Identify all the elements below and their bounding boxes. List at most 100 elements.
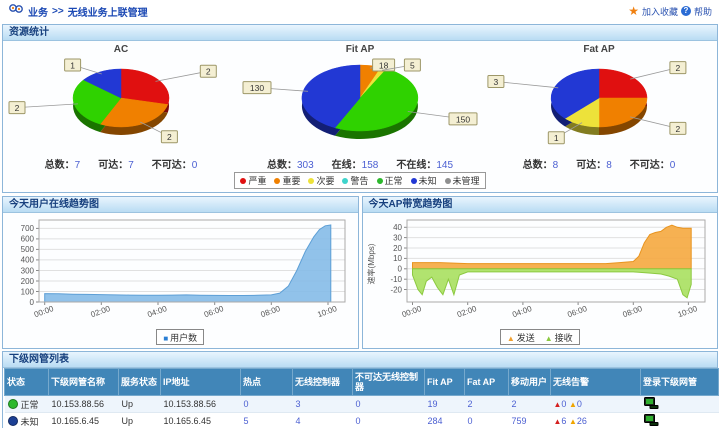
svg-text:10:00: 10:00 — [316, 304, 338, 319]
major-alarm-count[interactable]: 26 — [577, 416, 587, 426]
col-header-8: Fat AP — [465, 369, 509, 396]
legend-item-user_trend-0: ■用户数 — [163, 331, 197, 344]
pie-chart-ac[interactable]: 2 2 2 1 — [7, 56, 235, 153]
help-icon[interactable]: ? — [681, 6, 691, 16]
status-badge: 未知 — [8, 415, 46, 428]
login-icon[interactable] — [644, 418, 659, 428]
unreachable-controller-count-link[interactable]: 0 — [356, 399, 361, 409]
svg-text:-10: -10 — [390, 275, 402, 284]
pie-stat-ac-0: 总数：7 — [45, 160, 81, 171]
status-badge: 正常 — [8, 398, 46, 411]
severity-dot — [342, 178, 348, 184]
svg-text:2: 2 — [15, 103, 20, 113]
legend-box-user_trend: ■用户数 — [156, 329, 204, 345]
col-header-11: 登录下级网管 — [641, 369, 719, 396]
add-favorite-link[interactable]: 加入收藏 — [642, 5, 678, 18]
topbar: 业务 >> 无线业务上联管理 ★ 加入收藏 ? 帮助 — [0, 0, 720, 22]
svg-text:04:00: 04:00 — [511, 304, 533, 319]
svg-text:速率(Mbps): 速率(Mbps) — [366, 243, 376, 284]
pie-stats-ac: 总数：7可达：7不可达：0 — [7, 156, 235, 171]
svg-text:00:00: 00:00 — [400, 304, 422, 319]
svg-text:06:00: 06:00 — [566, 304, 588, 319]
pie-block-fatap: Fat AP 2 2 1 3 总数：8可达：8不可达：0 — [485, 43, 713, 171]
severity-dot — [240, 178, 246, 184]
nms-table-header: 下级网管列表 — [3, 352, 717, 368]
user-trend-chart: 0 100 200 300 400 500 600 700 00:00 02:0… — [3, 213, 358, 329]
mobile-user-count-link[interactable]: 759 — [512, 416, 527, 426]
col-header-3: IP地址 — [161, 369, 241, 396]
nms-table-panel: 下级网管列表 状态下级网管名称服务状态IP地址热点无线控制器不可达无线控制器Fi… — [2, 351, 718, 428]
hotspot-count-link[interactable]: 5 — [244, 416, 249, 426]
fat-ap-count-link[interactable]: 0 — [468, 416, 473, 426]
severity-dot — [308, 178, 314, 184]
alarm-cell: ▲6 ▲26 — [551, 413, 641, 428]
alarm-cell: ▲0 ▲0 — [551, 396, 641, 413]
svg-text:300: 300 — [21, 266, 35, 275]
nms-table: 状态下级网管名称服务状态IP地址热点无线控制器不可达无线控制器Fit APFat… — [4, 368, 719, 428]
severity-legend-item-6: 未管理 — [445, 174, 480, 187]
hotspot-count-link[interactable]: 0 — [244, 399, 249, 409]
major-alarm-count[interactable]: 0 — [577, 399, 582, 409]
fit-ap-count-link[interactable]: 284 — [428, 416, 443, 426]
help-link[interactable]: 帮助 — [694, 5, 712, 18]
pie-charts-area: AC 2 2 2 1 总数：7可达：7不可达：0Fit AP 18 5 150 … — [3, 41, 717, 171]
svg-text:500: 500 — [21, 245, 35, 254]
topbar-actions: ★ 加入收藏 ? 帮助 — [628, 4, 712, 18]
legend-item-ap_trend-1: ▲接收 — [545, 331, 573, 344]
breadcrumb-business-link[interactable]: 业务 — [28, 4, 48, 19]
login-icon[interactable] — [644, 401, 659, 411]
svg-text:10:00: 10:00 — [676, 304, 698, 319]
severity-legend-item-5: 未知 — [411, 174, 437, 187]
legend-box-ap_trend: ▲发送▲接收 — [500, 329, 580, 345]
resource-stats-header: 资源统计 — [3, 25, 717, 41]
page: 业务 >> 无线业务上联管理 ★ 加入收藏 ? 帮助 资源统计 AC 2 2 2… — [0, 0, 720, 428]
fat-ap-count-link[interactable]: 2 — [468, 399, 473, 409]
user-trend-panel: 今天用户在线趋势图 0 100 200 300 400 500 600 700 … — [2, 196, 359, 349]
svg-text:02:00: 02:00 — [89, 304, 111, 319]
pie-stat-fatap-0: 总数：8 — [523, 160, 559, 171]
favorite-star-icon[interactable]: ★ — [628, 4, 639, 18]
svg-text:40: 40 — [393, 223, 402, 232]
svg-text:600: 600 — [21, 235, 35, 244]
svg-text:1: 1 — [554, 133, 559, 143]
severity-legend-item-1: 重要 — [274, 174, 300, 187]
status-icon — [8, 416, 18, 426]
pie-stats-fatap: 总数：8可达：8不可达：0 — [485, 156, 713, 171]
col-header-4: 热点 — [241, 369, 293, 396]
page-title: 无线业务上联管理 — [68, 4, 148, 19]
fit-ap-count-link[interactable]: 19 — [428, 399, 438, 409]
controller-count-link[interactable]: 4 — [296, 416, 301, 426]
svg-text:-20: -20 — [390, 285, 402, 294]
svg-text:04:00: 04:00 — [146, 304, 168, 319]
critical-alarm-count[interactable]: 0 — [561, 399, 566, 409]
service-status: Up — [119, 396, 161, 413]
severity-legend-item-3: 警告 — [342, 174, 368, 187]
svg-text:08:00: 08:00 — [621, 304, 643, 319]
svg-text:02:00: 02:00 — [455, 304, 477, 319]
svg-text:200: 200 — [21, 277, 35, 286]
pie-stat-ac-1: 可达：7 — [98, 160, 134, 171]
severity-legend-item-4: 正常 — [377, 174, 403, 187]
svg-text:130: 130 — [250, 83, 264, 93]
pie-stat-fatap-2: 不可达：0 — [630, 160, 676, 171]
mobile-user-count-link[interactable]: 2 — [512, 399, 517, 409]
pie-chart-fatap[interactable]: 2 2 1 3 — [485, 56, 713, 153]
pie-stats-fitap: 总数：303在线：158不在线：145 — [241, 156, 479, 171]
critical-alarm-count[interactable]: 6 — [561, 416, 566, 426]
pie-stat-fitap-2: 不在线：145 — [396, 160, 453, 171]
major-alarm-icon: ▲ — [569, 400, 577, 409]
severity-dot — [377, 178, 383, 184]
pie-chart-fitap[interactable]: 18 5 150 130 — [241, 56, 479, 153]
severity-dot — [411, 178, 417, 184]
severity-legend-item-0: 严重 — [240, 174, 266, 187]
ap-trend-header: 今天AP带宽趋势图 — [363, 197, 718, 213]
svg-text:00:00: 00:00 — [33, 304, 55, 319]
col-header-7: Fit AP — [425, 369, 465, 396]
controller-count-link[interactable]: 3 — [296, 399, 301, 409]
table-row: 正常 10.153.88.56 Up 10.153.88.56 0 3 0 19… — [5, 396, 719, 413]
breadcrumb: 业务 >> 无线业务上联管理 — [8, 3, 148, 20]
severity-legend-item-2: 次要 — [308, 174, 334, 187]
unreachable-controller-count-link[interactable]: 0 — [356, 416, 361, 426]
col-header-10: 无线告警 — [551, 369, 641, 396]
svg-text:2: 2 — [206, 67, 211, 77]
